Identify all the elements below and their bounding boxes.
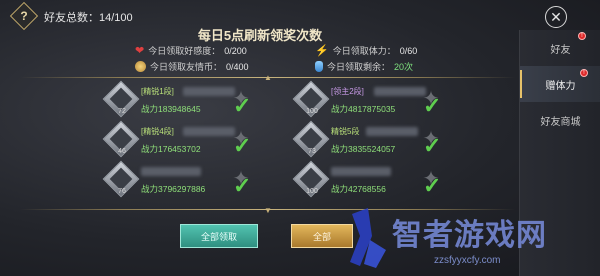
notification-badge: !: [578, 32, 586, 40]
friend-power: 战力42768556: [331, 184, 386, 194]
question-mark-icon: ?: [20, 9, 28, 23]
tab-friends[interactable]: 好友 !: [520, 30, 600, 66]
check-icon[interactable]: ✓: [423, 135, 445, 157]
friend-power: 战力4817875035: [331, 104, 396, 114]
stat-coins-value: 0/400: [226, 61, 249, 72]
notification-badge: !: [580, 69, 588, 77]
stat-remaining: 今日领取剩余： 20次: [315, 60, 413, 73]
friend-card[interactable]: 76 战力3796297886 ✦ ✓: [102, 160, 288, 200]
blurred-name: [141, 167, 201, 176]
heart-icon: ❤: [135, 45, 145, 57]
gift-all-button[interactable]: 全部: [291, 224, 353, 248]
friend-count: 好友总数：14/100: [44, 12, 133, 24]
chevron-up-icon: ▲: [264, 73, 272, 82]
close-button[interactable]: ✕: [545, 6, 567, 28]
check-icon[interactable]: ✓: [233, 135, 255, 157]
friend-rank: [精锐4段]: [141, 127, 174, 136]
friend-level: 100: [306, 108, 318, 115]
friend-rank: [领主2段]: [331, 87, 364, 96]
tab-friend-shop[interactable]: 好友商城: [520, 102, 600, 138]
stat-coins-label: 今日领取友情币：: [150, 62, 223, 72]
watermark-logo: [350, 208, 386, 268]
stat-affinity: ❤ 今日领取好感度： 0/200: [135, 44, 247, 57]
blurred-name: [366, 127, 418, 136]
friend-card[interactable]: 72 [精锐1段] 战力183948645 ✦ ✓: [102, 80, 288, 120]
check-icon[interactable]: ✓: [233, 95, 255, 117]
friend-card[interactable]: 100 战力42768556 ✦ ✓: [292, 160, 478, 200]
friend-power: 战力3835524057: [331, 144, 396, 154]
stat-affinity-value: 0/200: [224, 45, 247, 56]
claim-all-button[interactable]: 全部领取: [180, 224, 258, 248]
close-icon: ✕: [550, 9, 562, 25]
blurred-name: [331, 167, 391, 176]
stat-remaining-label: 今日领取剩余：: [327, 62, 391, 72]
stat-remaining-value: 20次: [394, 62, 414, 72]
check-icon[interactable]: ✓: [423, 175, 445, 197]
check-icon[interactable]: ✓: [233, 175, 255, 197]
friend-power: 战力176453702: [141, 144, 201, 154]
friend-level: 73: [308, 148, 316, 155]
friend-power: 战力3796297886: [141, 184, 206, 194]
friend-rank: 精锐5段: [331, 127, 360, 136]
stat-affinity-label: 今日领取好感度：: [148, 46, 221, 56]
refresh-title: 每日5点刷新领奖次数: [197, 28, 323, 43]
watermark-url: zzsfyyxcfy.com: [434, 255, 501, 266]
stat-stamina: ⚡ 今日领取体力： 0/60: [315, 44, 417, 57]
stat-stamina-label: 今日领取体力：: [332, 46, 396, 56]
friend-card[interactable]: 46 [精锐4段] 战力176453702 ✦ ✓: [102, 120, 288, 160]
watermark-text: 智者游戏网: [392, 219, 547, 252]
tab-gift-stamina-label: 赠体力: [545, 80, 576, 92]
tab-gift-stamina[interactable]: 赠体力 !: [520, 66, 600, 102]
coin-icon: [135, 61, 146, 72]
friend-card[interactable]: 73 精锐5段 战力3835524057 ✦ ✓: [292, 120, 478, 160]
friend-level: 46: [118, 148, 126, 155]
tab-friends-label: 好友: [550, 44, 571, 56]
friend-level: 100: [306, 188, 318, 195]
friend-level: 76: [118, 188, 126, 195]
check-icon[interactable]: ✓: [423, 95, 445, 117]
stat-stamina-value: 0/60: [399, 45, 418, 56]
friend-card[interactable]: 100 [领主2段] 战力4817875035 ✦ ✓: [292, 80, 478, 120]
chevron-down-icon: ▼: [264, 206, 272, 215]
lightning-icon: ⚡: [315, 45, 329, 57]
friend-level: 72: [118, 108, 126, 115]
stat-coins: 今日领取友情币： 0/400: [135, 60, 249, 73]
potion-icon: [315, 61, 323, 72]
tab-friend-shop-label: 好友商城: [540, 116, 581, 128]
friend-power: 战力183948645: [141, 104, 201, 114]
friend-rank: [精锐1段]: [141, 87, 174, 96]
